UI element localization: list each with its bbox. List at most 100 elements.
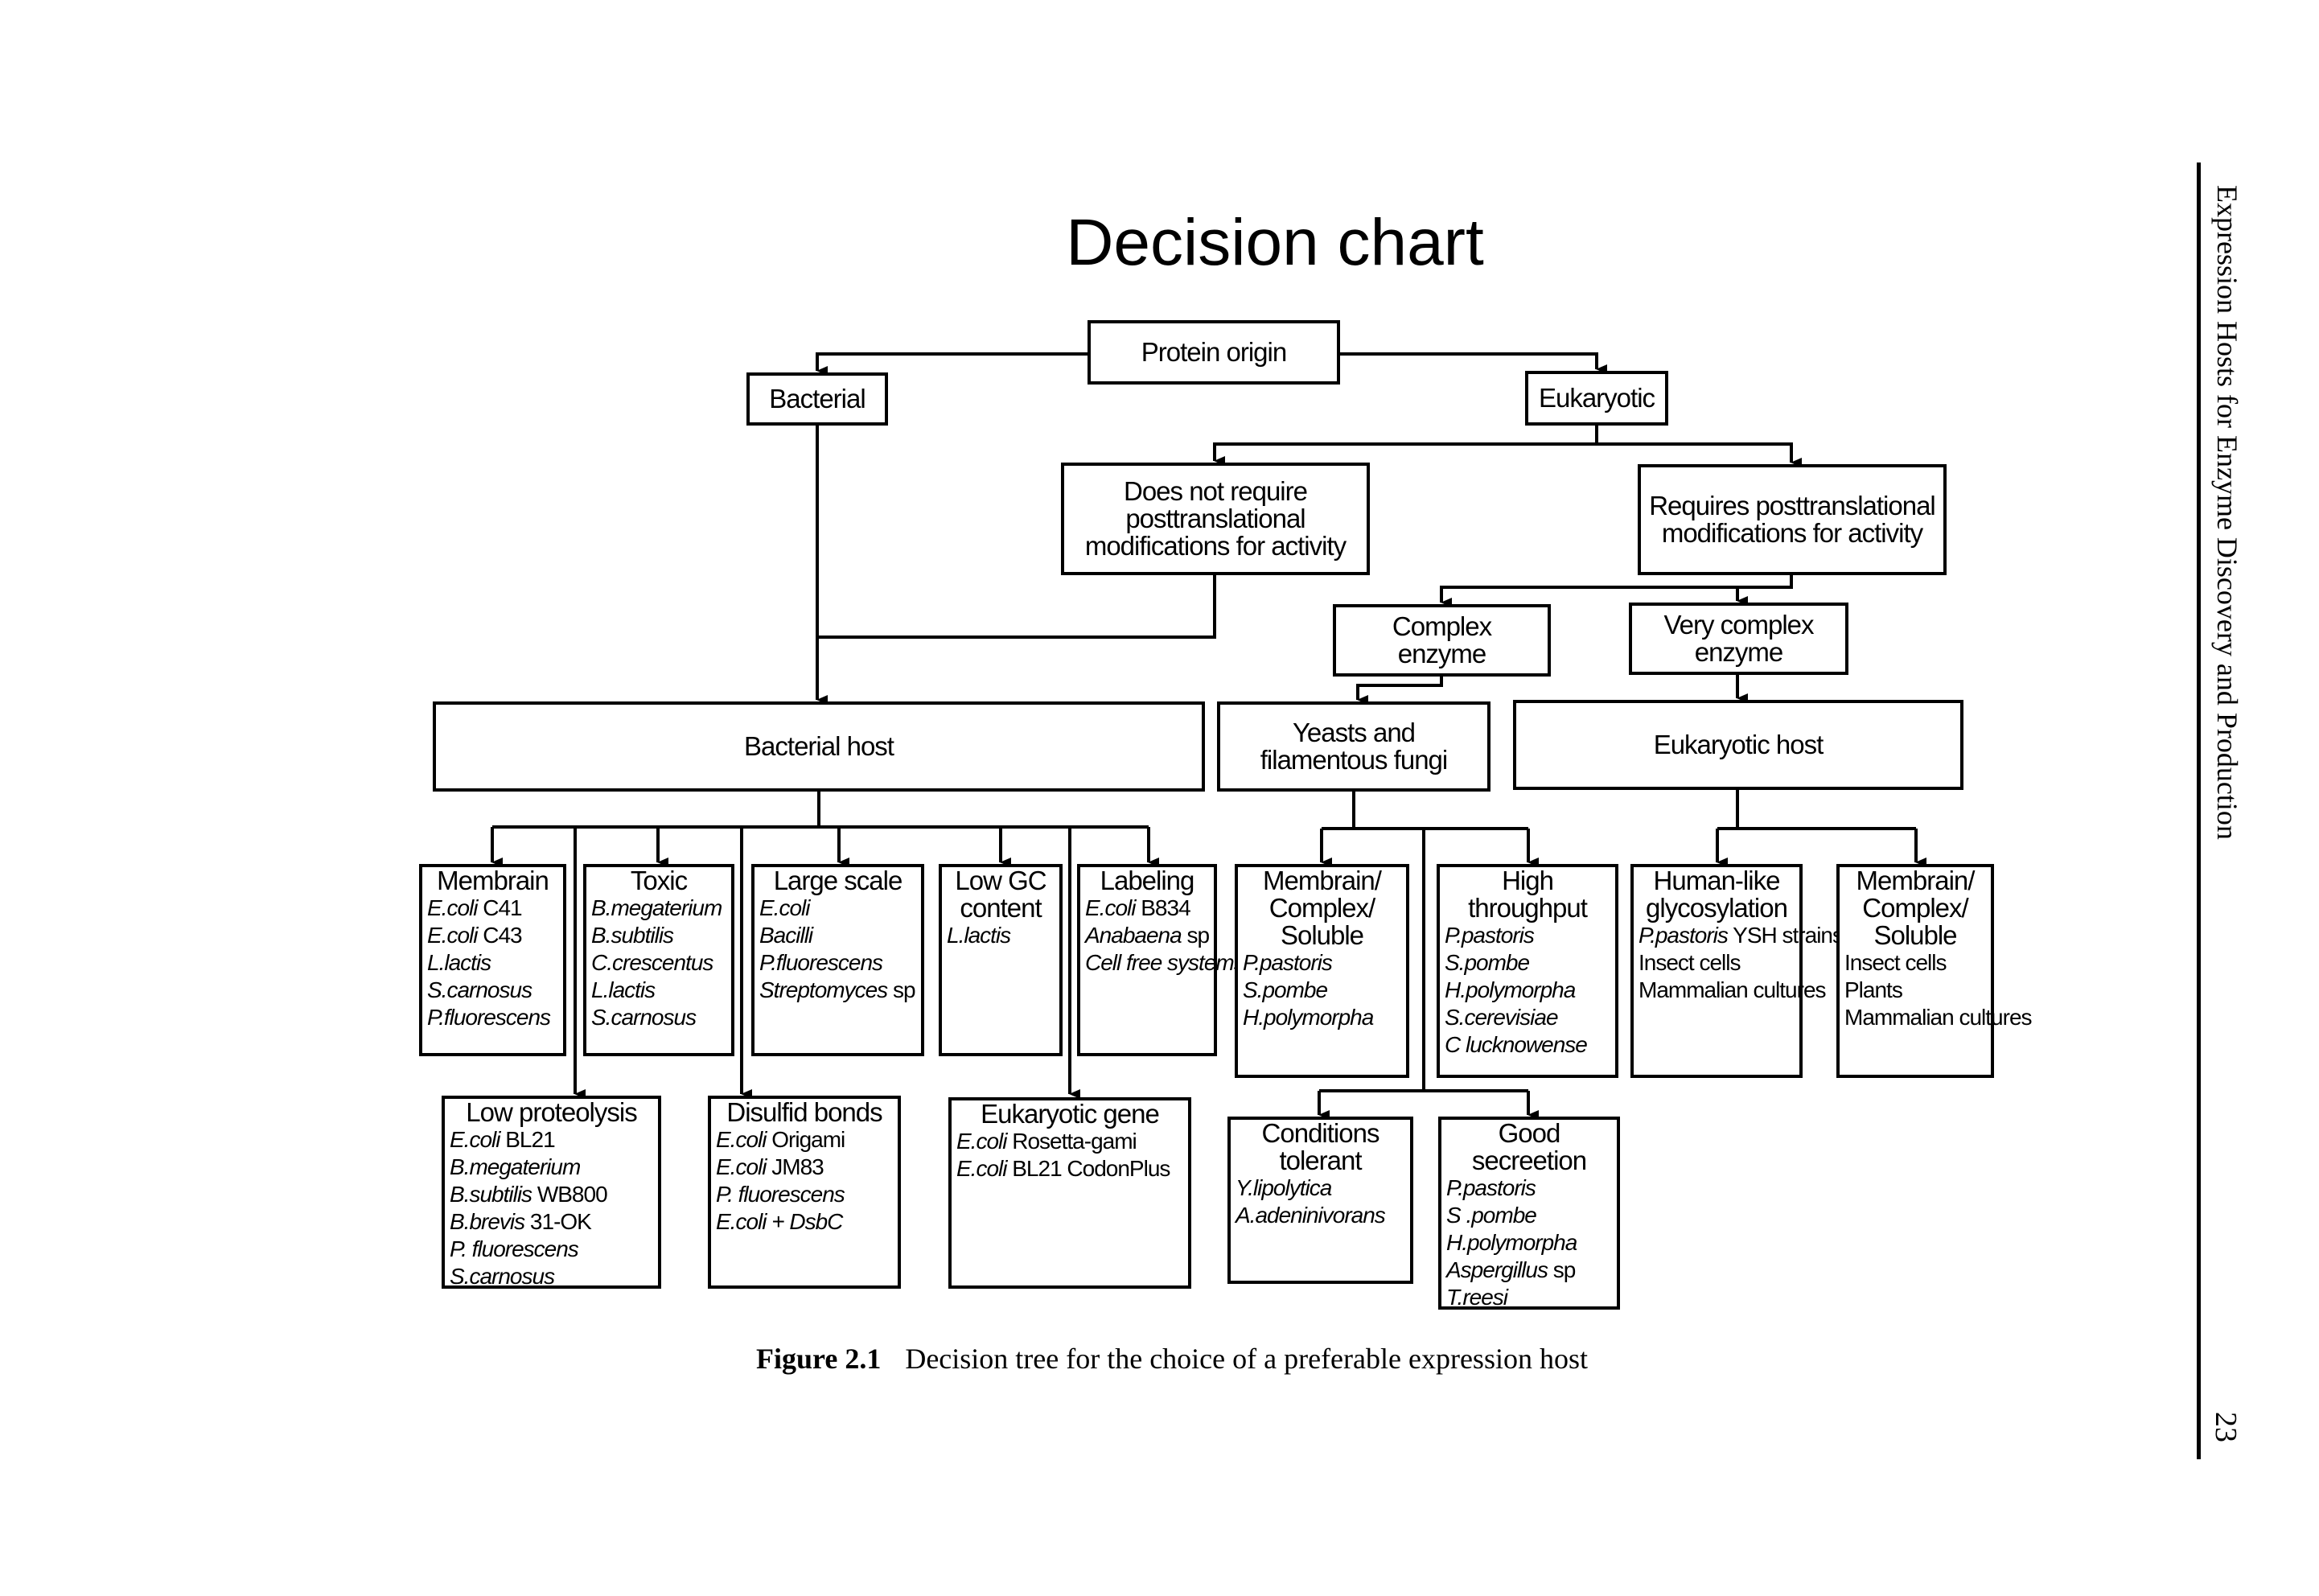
chart-title: Decision chart bbox=[1066, 206, 1484, 279]
host-item: S.cerevisiae bbox=[1445, 1004, 1615, 1031]
leaf-high-throughput: High throughput P.pastoris S.pombe H.polymo… bbox=[1437, 864, 1618, 1078]
species-name: B.megaterium bbox=[450, 1154, 581, 1179]
margin-rule bbox=[2197, 162, 2201, 1459]
host-item: Y.lipolytica bbox=[1236, 1174, 1410, 1202]
leaf-header: Large scale bbox=[773, 866, 903, 895]
node-label: Eukaryotic bbox=[1538, 383, 1655, 413]
node-bacterial-host: Bacterial host bbox=[433, 701, 1205, 792]
host-item: Insect cells bbox=[1844, 949, 1991, 977]
leaf-yeast-membrain: Membrain/ Complex/ Soluble P.pastoris S.po… bbox=[1235, 864, 1409, 1078]
node-complex-enzyme: Complex enzyme bbox=[1333, 604, 1551, 677]
species-name: S.cerevisiae bbox=[1445, 1005, 1559, 1030]
species-name: P. fluorescens bbox=[716, 1182, 845, 1207]
node-very-complex-enzyme: Very complex enzyme bbox=[1629, 603, 1848, 675]
species-name: C lucknowense bbox=[1445, 1032, 1588, 1057]
species-name: Aspergillus bbox=[1446, 1257, 1548, 1282]
species-name: Anabaena bbox=[1085, 923, 1182, 948]
strain-name: C43 bbox=[477, 923, 522, 948]
host-list: L.lactis bbox=[942, 922, 1059, 949]
host-item: H.polymorpha bbox=[1243, 1004, 1406, 1031]
species-name: H.polymorpha bbox=[1445, 977, 1576, 1002]
species-name: E.coli bbox=[1085, 895, 1136, 920]
species-name: P.pastoris bbox=[1639, 923, 1729, 948]
host-item: Insect cells bbox=[1639, 949, 1799, 977]
species-name: E.coli bbox=[956, 1156, 1007, 1181]
strain-name: Rosetta-gami bbox=[1006, 1129, 1137, 1154]
leaf-header: High throughput bbox=[1468, 866, 1588, 923]
species-name: P.pastoris bbox=[1446, 1175, 1536, 1200]
species-name: P.pastoris bbox=[1445, 923, 1535, 948]
strain-name: 31-OK bbox=[524, 1209, 592, 1234]
leaf-header: Low GC content bbox=[955, 866, 1046, 923]
host-item: L.lactis bbox=[427, 949, 563, 977]
edge-complex-yeasts bbox=[1356, 677, 1443, 705]
leaf-large-scale: Large scale E.coli Bacilli P.fluorescens Str… bbox=[751, 864, 924, 1056]
host-list: E.coli B834 Anabaena sp Cell free systems bbox=[1080, 895, 1245, 977]
leaf-header: Disulfid bonds bbox=[726, 1097, 882, 1127]
leaf-disulfid-bonds: Disulfid bonds E.coli Origami E.coli JM83 P… bbox=[708, 1096, 901, 1289]
leaf-header: Toxic bbox=[630, 866, 688, 895]
strain-name: Plants bbox=[1844, 977, 1903, 1002]
strain-name: WB800 bbox=[532, 1182, 608, 1207]
host-list: Y.lipolytica A.adeninivorans bbox=[1231, 1174, 1410, 1229]
leaf-euk-membrain: Membrain/ Complex/ Soluble Insect cells Pl… bbox=[1836, 864, 2033, 1078]
species-name: C.crescentus bbox=[591, 950, 713, 975]
host-item: Cell free systems bbox=[1085, 949, 1245, 977]
leaf-header: Human-like glycosylation bbox=[1646, 866, 1788, 923]
host-item: E.coli BL21 bbox=[450, 1126, 658, 1154]
host-item: B.subtilis bbox=[591, 922, 731, 949]
leaf-conditions-tolerant: Conditions tolerant Y.lipolytica A.adenini… bbox=[1227, 1117, 1413, 1284]
leaf-header: Membrain/ Complex/ Soluble bbox=[1856, 866, 1976, 950]
host-item: C.crescentus bbox=[591, 949, 731, 977]
host-item: Mammalian cultures bbox=[1844, 1004, 2033, 1031]
edge-noptm-bacterial bbox=[817, 575, 1216, 639]
node-no-ptm: Does not require posttranslational modif… bbox=[1061, 463, 1370, 575]
species-name: E.coli bbox=[427, 923, 478, 948]
species-name: H.polymorpha bbox=[1446, 1230, 1577, 1255]
species-name: S.carnosus bbox=[450, 1264, 555, 1289]
node-label: Does not require posttranslational modif… bbox=[1084, 476, 1347, 561]
leaf-header: Labeling bbox=[1100, 866, 1195, 895]
strain-name: sp bbox=[887, 977, 916, 1002]
host-item: P.fluorescens bbox=[759, 949, 921, 977]
node-label: Complex enzyme bbox=[1392, 611, 1492, 668]
edge-eukaryotic-ptm bbox=[1597, 442, 1802, 467]
host-item: Plants bbox=[1844, 977, 1991, 1004]
species-name: P.fluorescens bbox=[427, 1005, 551, 1030]
host-list: P.pastoris S.pombe H.polymorpha bbox=[1238, 949, 1406, 1031]
species-name: E.coli bbox=[956, 1129, 1007, 1154]
host-item: P.pastoris YSH strains bbox=[1639, 922, 1844, 949]
host-item: P.fluorescens bbox=[427, 1004, 563, 1031]
species-name: Streptomyces bbox=[759, 977, 888, 1002]
node-label: Bacterial bbox=[769, 384, 866, 413]
host-item: E.coli bbox=[759, 895, 921, 922]
edge-origin-eukaryotic bbox=[1340, 352, 1607, 374]
strain-name: Mammalian cultures bbox=[1844, 1005, 2033, 1030]
species-name: Bacilli bbox=[759, 923, 813, 948]
leaf-eukaryotic-gene: Eukaryotic gene E.coli Rosetta-gami E.coli… bbox=[948, 1097, 1191, 1289]
species-name: S.pombe bbox=[1445, 950, 1530, 975]
host-item: E.coli JM83 bbox=[716, 1154, 898, 1181]
host-item: B.megaterium bbox=[450, 1154, 658, 1181]
edge-origin-bacterial bbox=[816, 352, 1088, 376]
leaf-header: Good secreetion bbox=[1471, 1118, 1587, 1175]
strain-name: Insect cells bbox=[1844, 950, 1947, 975]
species-name: T.reesi bbox=[1446, 1285, 1508, 1310]
species-name: L.lactis bbox=[591, 977, 656, 1002]
host-item: B.subtilis WB800 bbox=[450, 1181, 658, 1208]
node-label: Requires posttranslational modifications… bbox=[1649, 491, 1936, 548]
species-name: B.subtilis bbox=[591, 923, 674, 948]
leaf-low-proteolysis: Low proteolysis E.coli BL21 B.megaterium B.… bbox=[442, 1096, 661, 1289]
leaf-membrain: Membrain E.coli C41 E.coli C43 L.lactis S.ca… bbox=[419, 864, 566, 1056]
host-item: E.coli C43 bbox=[427, 922, 563, 949]
species-name: Cell free systems bbox=[1085, 950, 1245, 975]
host-list: P.pastoris S.pombe H.polymorpha S.cerevisia… bbox=[1440, 922, 1615, 1059]
species-name: P.pastoris bbox=[1243, 950, 1333, 975]
species-name: S.carnosus bbox=[427, 977, 532, 1002]
running-header: Expression Hosts for Enzyme Discovery an… bbox=[2211, 185, 2243, 840]
strain-name: JM83 bbox=[766, 1154, 824, 1179]
species-name: S .pombe bbox=[1446, 1203, 1537, 1228]
strain-name: BL21 bbox=[500, 1127, 555, 1152]
species-name: E.coli bbox=[716, 1154, 767, 1179]
species-name: L.lactis bbox=[947, 923, 1011, 948]
